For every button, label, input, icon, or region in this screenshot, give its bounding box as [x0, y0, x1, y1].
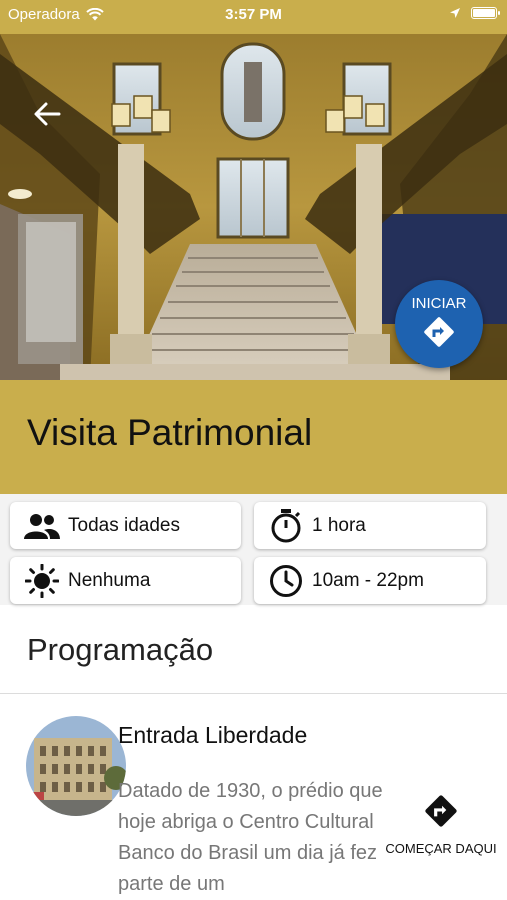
weather-label: Nenhuma: [68, 569, 151, 591]
title-band: Visita Patrimonial: [0, 380, 507, 494]
page-title: Visita Patrimonial: [27, 412, 313, 453]
programacao-heading: Programação: [27, 632, 214, 667]
start-tour-button[interactable]: INICIAR: [395, 280, 483, 368]
directions-icon: [425, 795, 457, 827]
people-icon: [22, 506, 62, 546]
start-here-button[interactable]: COMEÇAR DAQUI: [380, 794, 502, 856]
duration-label: 1 hora: [312, 514, 366, 536]
back-button[interactable]: [32, 100, 62, 128]
stop-title: Entrada Liberdade: [118, 722, 308, 748]
stop-thumbnail: [26, 716, 126, 816]
duration-chip: 1 hora: [254, 502, 486, 549]
start-tour-label: INICIAR: [411, 294, 467, 312]
start-here-label: COMEÇAR DAQUI: [385, 841, 497, 856]
weather-chip: Nenhuma: [10, 557, 241, 604]
directions-icon: [424, 316, 454, 347]
sun-icon: [22, 561, 62, 601]
arrow-left-icon: [34, 102, 61, 126]
list-item[interactable]: Entrada Liberdade Datado de 1930, o préd…: [0, 694, 507, 900]
hours-chip: 10am - 22pm: [254, 557, 486, 604]
location-arrow-icon: [450, 8, 460, 18]
status-right: [449, 7, 500, 19]
age-label: Todas idades: [68, 514, 180, 536]
stop-description: Datado de 1930, o prédio que hoje abriga…: [118, 780, 383, 895]
age-chip: Todas idades: [10, 502, 241, 549]
info-area: Todas idades 1 hora Nenhuma 10am - 22pm: [0, 494, 507, 605]
clock-time: 3:57 PM: [225, 6, 282, 23]
battery-icon: [471, 7, 500, 19]
status-bar: Operadora 3:57 PM: [0, 0, 507, 34]
clock-icon: [266, 561, 306, 601]
stopwatch-icon: [266, 506, 306, 546]
hours-label: 10am - 22pm: [312, 569, 424, 591]
